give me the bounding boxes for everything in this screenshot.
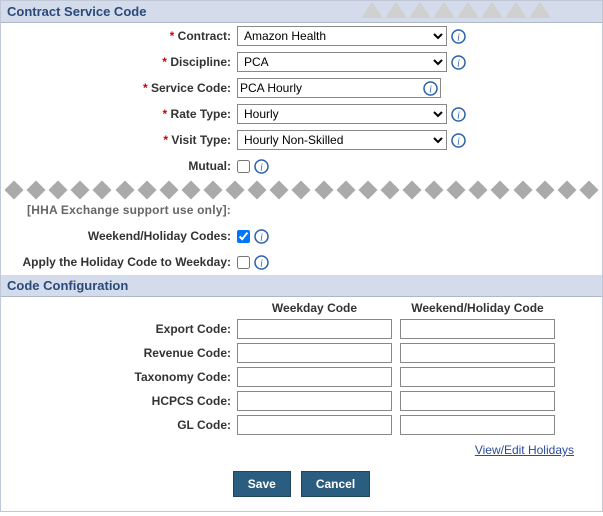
info-icon[interactable]: i [451,55,466,70]
gl-code-weekend-input[interactable] [400,415,555,435]
view-edit-holidays-link[interactable]: View/Edit Holidays [475,443,574,457]
info-icon[interactable]: i [254,229,269,244]
revenue-code-weekend-input[interactable] [400,343,555,363]
svg-text:i: i [260,232,263,243]
label-apply-holiday: Apply the Holiday Code to Weekday: [7,255,237,269]
col-header-weekday: Weekday Code [237,301,392,315]
svg-text:i: i [457,32,460,43]
info-icon[interactable]: i [254,255,269,270]
hcpcs-code-weekend-input[interactable] [400,391,555,411]
label-weekend-codes: Weekend/Holiday Codes: [7,229,237,243]
row-mutual: Mutual: i [1,153,602,179]
row-service-code: * Service Code: i [1,75,602,101]
row-taxonomy-code: Taxonomy Code: [1,365,602,389]
revenue-code-weekday-input[interactable] [237,343,392,363]
label-mutual: Mutual: [7,159,237,173]
export-code-weekday-input[interactable] [237,319,392,339]
row-hcpcs-code: HCPCS Code: [1,389,602,413]
row-rate-type: * Rate Type: Hourly i [1,101,602,127]
button-row: Save Cancel [1,461,602,511]
svg-text:i: i [457,58,460,69]
service-code-input[interactable] [237,78,441,98]
label-hcpcs-code: HCPCS Code: [7,394,237,408]
row-discipline: * Discipline: PCA i [1,49,602,75]
row-gl-code: GL Code: [1,413,602,437]
contract-select[interactable]: Amazon Health [237,26,447,46]
export-code-weekend-input[interactable] [400,319,555,339]
row-visit-type: * Visit Type: Hourly Non-Skilled i [1,127,602,153]
info-icon[interactable]: i [451,107,466,122]
label-taxonomy-code: Taxonomy Code: [7,370,237,384]
label-service-code: * Service Code: [7,81,237,95]
row-contract: * Contract: Amazon Health i [1,23,602,49]
discipline-select[interactable]: PCA [237,52,447,72]
label-gl-code: GL Code: [7,418,237,432]
section-header-config: Code Configuration [1,275,602,297]
visit-type-select[interactable]: Hourly Non-Skilled [237,130,447,150]
obscured-divider [1,179,602,201]
cancel-button[interactable]: Cancel [301,471,370,497]
label-export-code: Export Code: [7,322,237,336]
save-button[interactable]: Save [233,471,291,497]
info-icon[interactable]: i [451,133,466,148]
row-revenue-code: Revenue Code: [1,341,602,365]
label-contract: * Contract: [7,29,237,43]
svg-text:i: i [260,162,263,173]
label-support-only: [HHA Exchange support use only]: [7,203,237,217]
info-icon[interactable]: i [254,159,269,174]
hcpcs-code-weekday-input[interactable] [237,391,392,411]
apply-holiday-checkbox[interactable] [237,256,250,269]
info-icon[interactable]: i [423,81,438,96]
link-row: View/Edit Holidays [1,437,602,461]
label-rate-type: * Rate Type: [7,107,237,121]
col-header-weekend: Weekend/Holiday Code [400,301,555,315]
row-export-code: Export Code: [1,317,602,341]
svg-text:i: i [457,136,460,147]
label-revenue-code: Revenue Code: [7,346,237,360]
label-visit-type: * Visit Type: [7,133,237,147]
taxonomy-code-weekday-input[interactable] [237,367,392,387]
label-discipline: * Discipline: [7,55,237,69]
code-columns-header: Weekday Code Weekend/Holiday Code [1,297,602,317]
info-icon[interactable]: i [451,29,466,44]
rate-type-select[interactable]: Hourly [237,104,447,124]
taxonomy-code-weekend-input[interactable] [400,367,555,387]
svg-text:i: i [429,84,432,95]
mutual-checkbox[interactable] [237,160,250,173]
contract-service-code-panel: Contract Service Code * Contract: Amazon… [0,0,603,512]
gl-code-weekday-input[interactable] [237,415,392,435]
row-weekend-codes: Weekend/Holiday Codes: i [1,223,602,249]
svg-text:i: i [457,110,460,121]
svg-text:i: i [260,258,263,269]
row-apply-holiday: Apply the Holiday Code to Weekday: i [1,249,602,275]
weekend-codes-checkbox[interactable] [237,230,250,243]
row-support-only: [HHA Exchange support use only]: [1,201,602,223]
